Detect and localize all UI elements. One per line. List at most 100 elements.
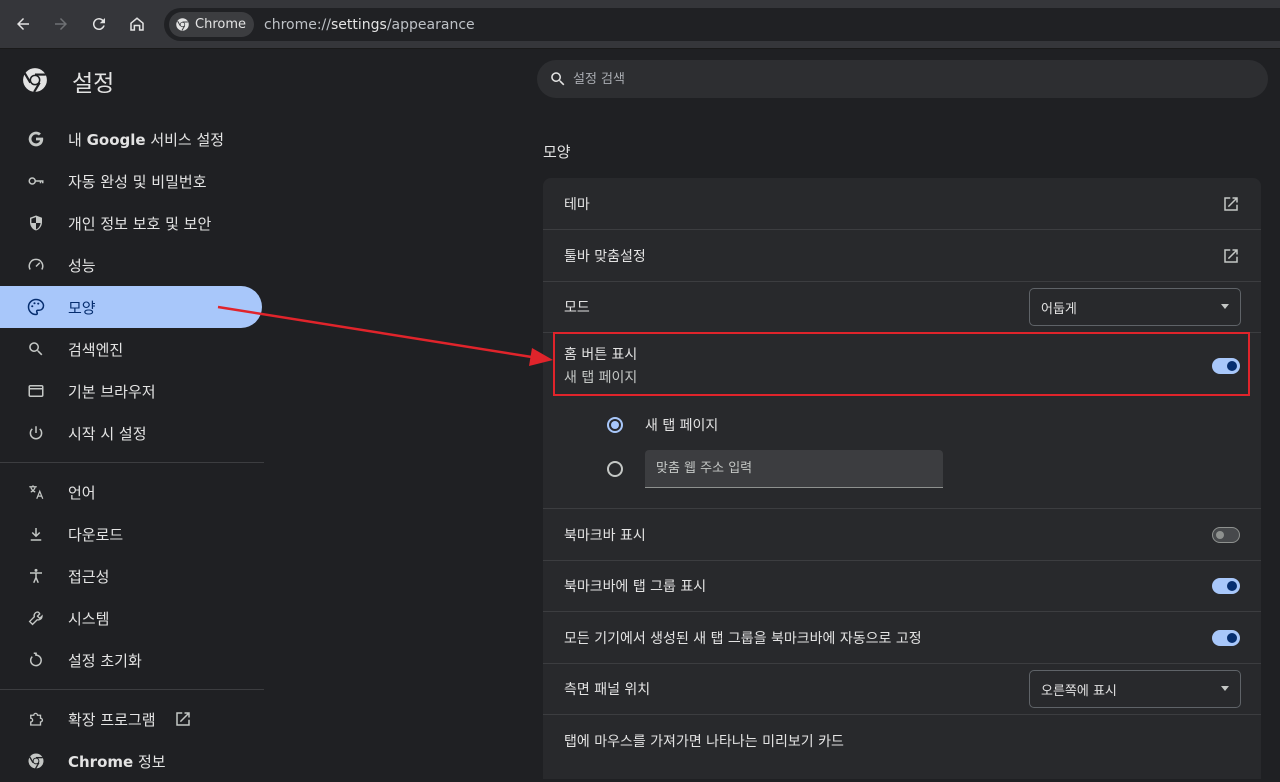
radio-custom-url-option[interactable] — [607, 450, 943, 488]
appearance-card: 테마 툴바 맞춤설정 모드 어둡게 홈 버튼 표시 새 탭 페이지 새 탭 페이… — [543, 178, 1261, 779]
open-external-icon[interactable] — [1222, 195, 1240, 213]
side-panel-select-value: 오른쪽에 표시 — [1041, 683, 1117, 699]
hover-preview-row[interactable]: 탭에 마우스를 가져가면 나타나는 미리보기 카드 — [543, 714, 1261, 766]
side-panel-row: 측면 패널 위치 오른쪽에 표시 — [543, 663, 1261, 714]
chip-label: Chrome — [195, 17, 246, 32]
radio-new-tab-option[interactable]: 새 탭 페이지 — [607, 415, 718, 435]
auto-pin-tab-groups-row[interactable]: 모든 기기에서 생성된 새 탭 그룹을 북마크바에 자동으로 고정 — [543, 611, 1261, 663]
sidebar-item-accessibility[interactable]: 접근성 — [0, 555, 264, 597]
label-part: 서비스 설정 — [145, 130, 225, 149]
radio-new-tab[interactable] — [607, 417, 623, 433]
mode-select[interactable]: 어둡게 — [1029, 288, 1241, 326]
forward-button[interactable] — [42, 5, 80, 43]
search-icon — [551, 72, 565, 86]
sidebar-item-appearance[interactable]: 모양 — [0, 286, 262, 328]
sidebar-item-privacy[interactable]: 개인 정보 보호 및 보안 — [0, 202, 264, 244]
arrow-right-icon — [55, 18, 67, 30]
auto-pin-tab-groups-label: 모든 기기에서 생성된 새 탭 그룹을 북마크바에 자동으로 고정 — [564, 630, 922, 647]
sidebar-item-label: Chrome 정보 — [68, 751, 166, 772]
home-button-row[interactable]: 홈 버튼 표시 새 탭 페이지 — [543, 332, 1261, 398]
sidebar-item-extensions[interactable]: 확장 프로그램 — [0, 698, 264, 740]
url-path: /appearance — [386, 16, 475, 33]
sidebar-item-google-services[interactable]: 내 Google 서비스 설정 — [0, 118, 264, 160]
home-button[interactable] — [118, 5, 156, 43]
sidebar-divider — [0, 689, 264, 690]
hover-preview-label: 탭에 마우스를 가져가면 나타나는 미리보기 카드 — [564, 733, 844, 750]
toggle-knob — [1216, 530, 1224, 539]
google-icon — [25, 128, 47, 150]
section-title: 모양 — [543, 143, 571, 161]
toggle-knob — [1227, 581, 1237, 591]
theme-row[interactable]: 테마 — [543, 178, 1261, 229]
chrome-icon — [25, 750, 47, 772]
sidebar-item-default-browser[interactable]: 기본 브라우저 — [0, 370, 264, 412]
sidebar-item-system[interactable]: 시스템 — [0, 597, 264, 639]
sidebar-item-performance[interactable]: 성능 — [0, 244, 264, 286]
label-part: 내 — [68, 130, 87, 149]
back-button[interactable] — [4, 5, 42, 43]
home-button-text: 홈 버튼 표시 새 탭 페이지 — [564, 344, 1212, 387]
search-icon — [25, 338, 47, 360]
dropdown-arrow-icon — [1221, 304, 1229, 309]
chrome-logo-icon — [23, 68, 47, 93]
sidebar: 내 Google 서비스 설정 자동 완성 및 비밀번호 개인 정보 보호 및 … — [0, 118, 264, 782]
sidebar-item-on-startup[interactable]: 시작 시 설정 — [0, 412, 264, 454]
bookmarks-bar-toggle[interactable] — [1212, 526, 1240, 543]
home-button-toggle[interactable] — [1212, 357, 1240, 374]
toggle-knob — [1227, 360, 1237, 371]
url-host: settings — [331, 16, 387, 33]
sidebar-item-search-engine[interactable]: 검색엔진 — [0, 328, 264, 370]
open-external-icon[interactable] — [1222, 247, 1240, 265]
sidebar-item-label: 언어 — [68, 483, 96, 502]
sidebar-item-about-chrome[interactable]: Chrome 정보 — [0, 740, 264, 782]
sidebar-item-label: 개인 정보 보호 및 보안 — [68, 214, 212, 233]
side-panel-select[interactable]: 오른쪽에 표시 — [1029, 670, 1241, 708]
sidebar-item-label: 확장 프로그램 — [68, 710, 156, 729]
shield-icon — [25, 212, 47, 234]
sidebar-item-reset[interactable]: 설정 초기화 — [0, 639, 264, 681]
search-input[interactable] — [573, 71, 1173, 87]
sidebar-item-languages[interactable]: 언어 — [0, 471, 264, 513]
sidebar-item-label: 성능 — [68, 256, 96, 275]
home-button-options: 새 탭 페이지 — [543, 398, 1261, 508]
sidebar-item-label: 모양 — [68, 298, 96, 317]
label-part: 정보 — [133, 752, 166, 771]
label-chrome: Chrome — [68, 752, 134, 771]
sidebar-item-label: 기본 브라우저 — [68, 382, 156, 401]
auto-pin-tab-groups-toggle[interactable] — [1212, 629, 1240, 646]
sidebar-item-label: 자동 완성 및 비밀번호 — [68, 172, 207, 191]
sidebar-item-downloads[interactable]: 다운로드 — [0, 513, 264, 555]
reload-button[interactable] — [80, 5, 118, 43]
bookmarks-bar-label: 북마크바 표시 — [564, 527, 646, 544]
chrome-icon — [176, 18, 189, 31]
mode-select-value: 어둡게 — [1041, 301, 1077, 317]
sidebar-item-label: 시스템 — [68, 609, 110, 628]
toolbar-customize-label: 툴바 맞춤설정 — [564, 248, 646, 265]
radio-custom-url[interactable] — [607, 461, 623, 477]
home-icon — [130, 17, 144, 31]
label-google: Google — [86, 130, 146, 149]
sidebar-item-label: 내 Google 서비스 설정 — [68, 129, 224, 150]
site-info-chip[interactable]: Chrome — [169, 12, 254, 37]
browser-toolbar: Chrome chrome://settings/appearance — [0, 0, 1280, 49]
sidebar-item-autofill[interactable]: 자동 완성 및 비밀번호 — [0, 160, 264, 202]
accessibility-icon — [25, 565, 47, 587]
wrench-icon — [25, 607, 47, 629]
reset-icon — [25, 649, 47, 671]
bookmarks-bar-row[interactable]: 북마크바 표시 — [543, 508, 1261, 560]
bookmarks-tab-groups-label: 북마크바에 탭 그룹 표시 — [564, 579, 707, 595]
sidebar-item-label: 시작 시 설정 — [68, 424, 147, 443]
settings-search[interactable] — [537, 60, 1268, 98]
bookmarks-tab-groups-toggle[interactable] — [1212, 578, 1240, 594]
custom-url-input[interactable] — [645, 450, 943, 488]
browser-window-icon — [25, 380, 47, 402]
bookmarks-tab-groups-row[interactable]: 북마크바에 탭 그룹 표시 — [543, 560, 1261, 611]
extension-icon — [25, 708, 47, 730]
power-icon — [25, 422, 47, 444]
toolbar-customize-row[interactable]: 툴바 맞춤설정 — [543, 229, 1261, 281]
home-button-label: 홈 버튼 표시 — [564, 347, 638, 363]
address-bar[interactable]: Chrome chrome://settings/appearance — [164, 8, 1280, 41]
open-external-icon — [174, 710, 192, 728]
sidebar-item-label: 설정 초기화 — [68, 651, 142, 670]
toggle-knob — [1227, 632, 1237, 643]
